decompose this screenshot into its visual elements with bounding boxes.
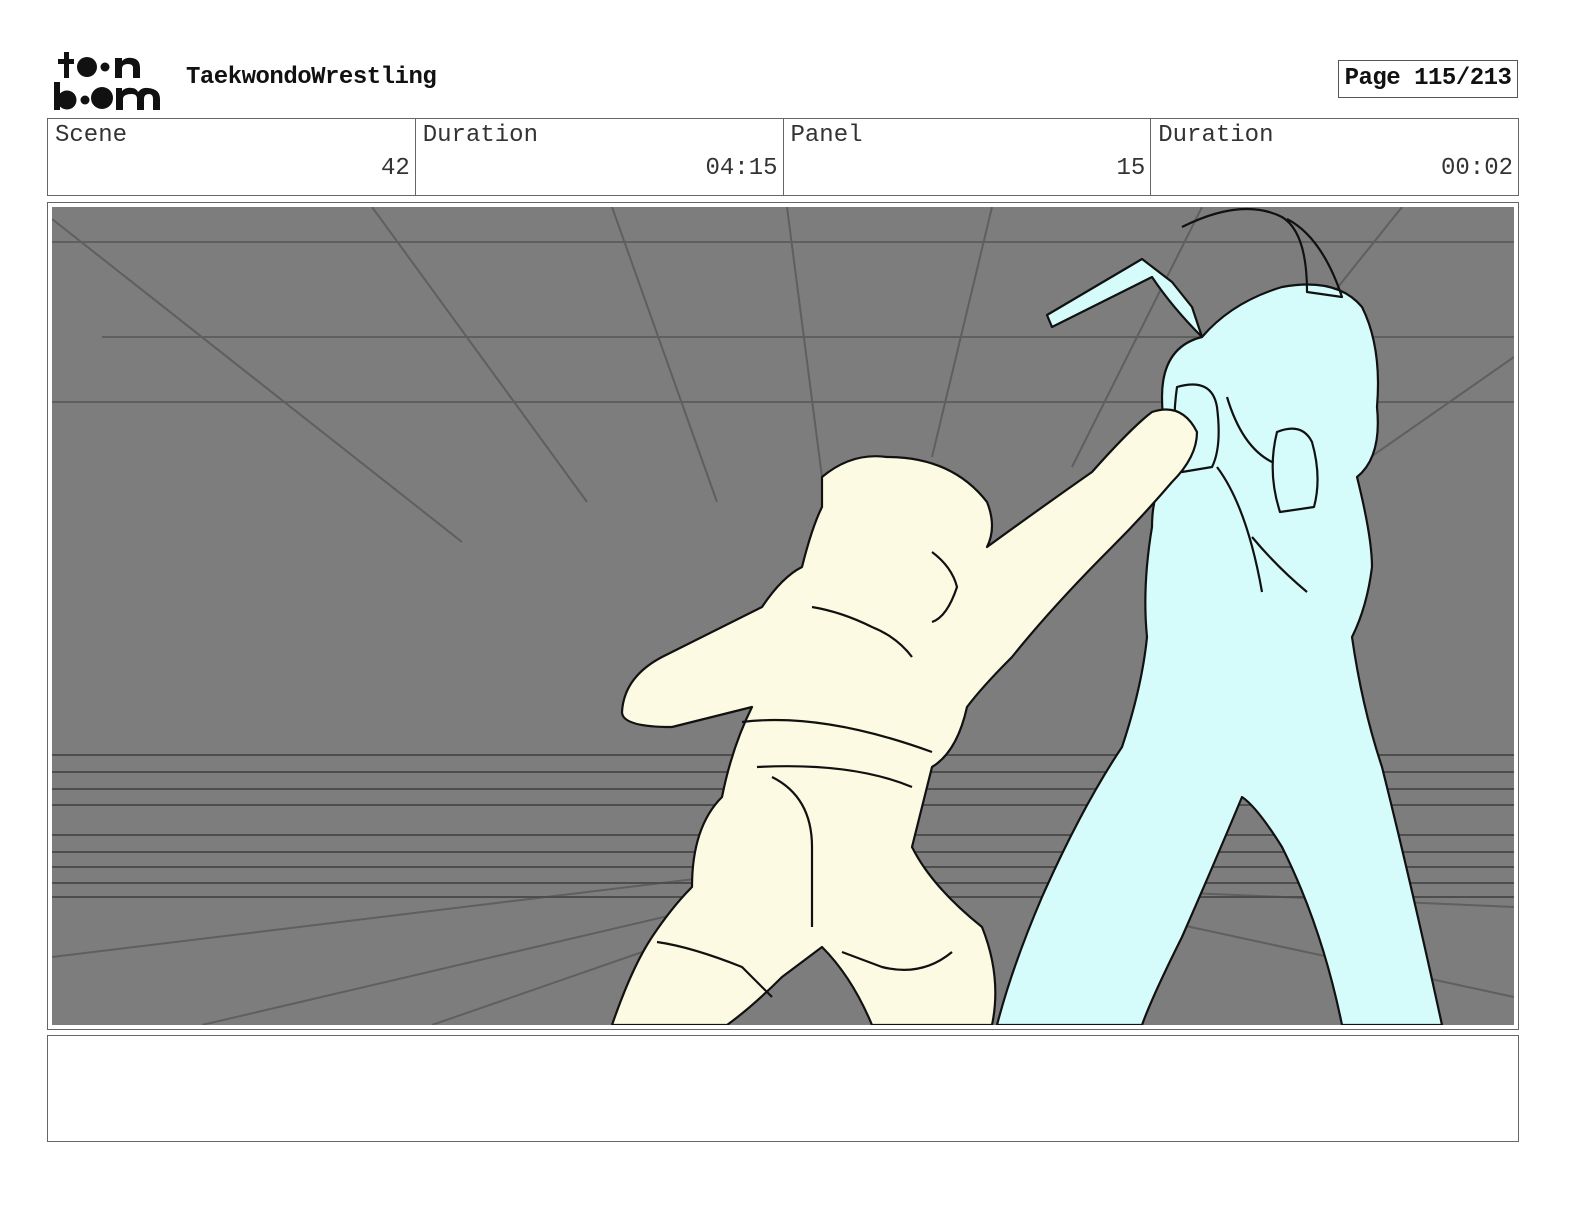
scene-value: 42 <box>380 155 410 182</box>
panel-cell: Panel 15 <box>784 119 1152 195</box>
panel-drawing <box>52 207 1514 1025</box>
panel-value: 15 <box>1116 155 1146 182</box>
scene-label: Scene <box>55 122 128 149</box>
panel-label: Panel <box>790 122 863 149</box>
panel-duration-label: Duration <box>1158 122 1274 149</box>
scene-duration-cell: Duration 04:15 <box>416 119 784 195</box>
scene-cell: Scene 42 <box>48 119 416 195</box>
scene-duration-label: Duration <box>422 122 538 149</box>
scene-duration-value: 04:15 <box>705 155 778 182</box>
panel-duration-cell: Duration 00:02 <box>1151 119 1518 195</box>
storyboard-panel-image <box>52 207 1514 1025</box>
panel-notes-box <box>47 1035 1519 1142</box>
storyboard-panel-frame <box>47 202 1519 1030</box>
panel-duration-value: 00:02 <box>1440 155 1513 182</box>
page-number: Page 115/213 <box>1338 60 1518 98</box>
toon-boom-logo <box>52 50 164 112</box>
scene-info-row: Scene 42 Duration 04:15 Panel 15 Duratio… <box>47 118 1519 196</box>
project-title: TaekwondoWrestling <box>186 64 437 91</box>
